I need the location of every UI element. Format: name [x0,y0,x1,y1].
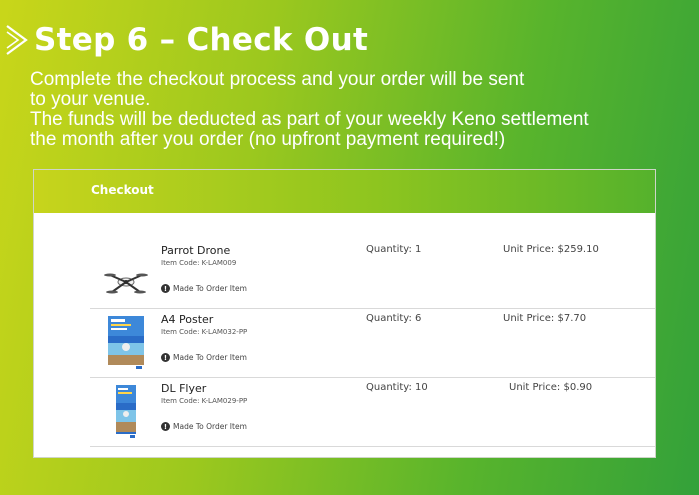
info-icon: ! [161,353,170,362]
checkout-header: Checkout [34,170,655,213]
order-item-row: Parrot Drone Item Code: K-LAM009 ! Made … [90,240,655,309]
intro-line: The funds will be deducted as part of yo… [30,109,589,130]
intro-line: the month after you order (no upfront pa… [30,129,506,150]
item-quantity: Quantity: 1 [366,244,422,255]
made-to-order-note: ! Made To Order Item [161,284,247,293]
drone-image [104,273,148,294]
item-unit-price: Unit Price: $259.10 [503,244,599,255]
checkout-title: Checkout [91,183,154,197]
made-to-order-note: ! Made To Order Item [161,422,247,431]
made-to-order-label: Made To Order Item [173,284,247,293]
checkout-panel: Checkout Parrot Drone Item Code: K-LAM00… [33,169,656,458]
chevron-right-icon [6,25,28,55]
item-unit-price: Unit Price: $7.70 [503,313,587,324]
item-name[interactable]: Parrot Drone [161,244,230,257]
intro-line: to your venue. [30,89,151,110]
item-name[interactable]: A4 Poster [161,313,213,326]
info-icon: ! [161,284,170,293]
item-code: Item Code: K-LAM029-PP [161,397,248,405]
order-item-row: A4 Poster Item Code: K-LAM032-PP ! Made … [90,309,655,378]
made-to-order-note: ! Made To Order Item [161,353,247,362]
item-quantity: Quantity: 10 [366,382,428,393]
flyer-image [116,385,136,439]
intro-line: Complete the checkout process and your o… [30,69,525,90]
made-to-order-label: Made To Order Item [173,422,247,431]
intro-text: Complete the checkout process and your o… [30,70,695,150]
item-name[interactable]: DL Flyer [161,382,206,395]
made-to-order-label: Made To Order Item [173,353,247,362]
page-title: Step 6 – Check Out [34,22,369,58]
item-unit-price: Unit Price: $0.90 [509,382,593,393]
item-quantity: Quantity: 6 [366,313,422,324]
item-code: Item Code: K-LAM032-PP [161,328,248,336]
info-icon: ! [161,422,170,431]
title-row: Step 6 – Check Out [4,18,368,62]
poster-image [108,316,144,370]
order-item-row: DL Flyer Item Code: K-LAM029-PP ! Made T… [90,378,655,447]
item-code: Item Code: K-LAM009 [161,259,237,267]
